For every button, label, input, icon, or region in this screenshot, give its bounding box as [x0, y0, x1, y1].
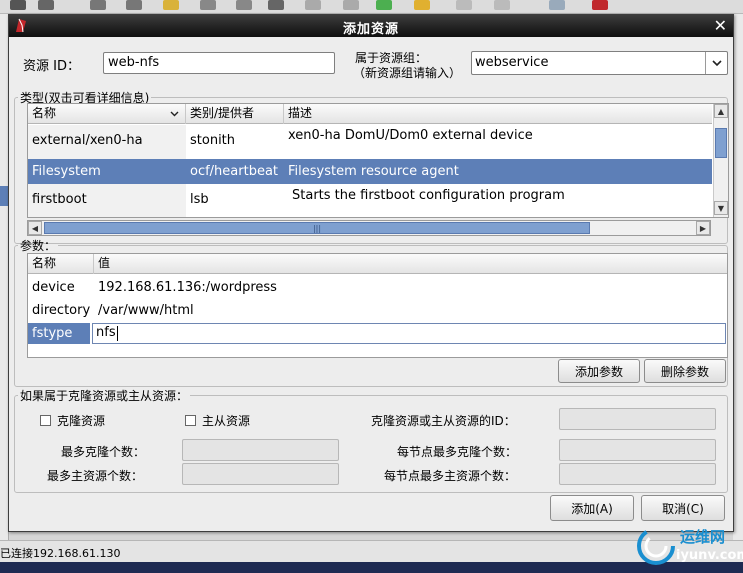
- column-header-param-name[interactable]: 名称: [28, 254, 94, 274]
- add-icon[interactable]: [90, 0, 106, 10]
- table-row-selected[interactable]: Filesystem ocf/heartbeat Filesystem reso…: [28, 159, 712, 184]
- down-icon[interactable]: [343, 0, 359, 10]
- max-clones-label: 最多克隆个数：: [61, 445, 146, 459]
- delete-param-button[interactable]: 删除参数: [644, 359, 726, 383]
- params-table[interactable]: 名称 值 device 192.168.61.136:/wordpress di…: [27, 253, 728, 358]
- dialog-title: 添加资源: [342, 22, 399, 37]
- scroll-thumb[interactable]: [715, 128, 727, 158]
- scroll-right-icon[interactable]: ▶: [696, 221, 710, 235]
- group-combobox[interactable]: webservice: [471, 51, 728, 75]
- type-table[interactable]: 名称 类别/提供者 描述 external/xen0-ha stonith xe…: [27, 103, 729, 218]
- row-description: Starts the firstboot configuration progr…: [292, 188, 565, 203]
- scroll-down-icon[interactable]: ▼: [714, 201, 728, 215]
- watermark-swirl-icon: [637, 527, 675, 565]
- chevron-down-icon: [711, 59, 722, 66]
- type-table-header: 名称 类别/提供者 描述: [28, 104, 712, 124]
- add-button[interactable]: 添加(A): [550, 495, 634, 521]
- row-provider: lsb: [190, 192, 209, 207]
- param-value-text: nfs: [96, 325, 116, 340]
- refresh-icon[interactable]: [376, 0, 392, 10]
- clone-section-legend: 如果属于克隆资源或主从资源：: [20, 389, 189, 403]
- group-label-line2: （新资源组请输入）: [353, 66, 462, 80]
- max-clones-per-node-label: 每节点最多克隆个数：: [397, 445, 518, 459]
- master-checkbox-label: 主从资源: [202, 414, 251, 428]
- row-description: xen0-ha DomU/Dom0 external device: [288, 128, 533, 143]
- type-table-vscrollbar[interactable]: ▲ ▼: [713, 104, 728, 217]
- clone-id-input[interactable]: [559, 408, 716, 430]
- group-combobox-button[interactable]: [705, 52, 727, 74]
- watermark-text-cn: 运维网: [680, 528, 726, 546]
- max-clones-input[interactable]: [182, 439, 339, 461]
- param-name: device: [32, 280, 75, 295]
- document-icon[interactable]: [549, 0, 565, 10]
- param-name: fstype: [28, 323, 90, 344]
- column-header-name[interactable]: 名称: [28, 104, 186, 124]
- max-masters-input[interactable]: [182, 463, 339, 485]
- taskbar: [0, 562, 743, 573]
- watermark-logo: 运维网 iyunv.com: [636, 524, 743, 568]
- hscroll-grip: |||: [312, 224, 322, 233]
- table-row-editing[interactable]: fstype nfs: [28, 323, 727, 344]
- connection-status: 已连接192.168.61.130: [0, 547, 121, 560]
- resource-id-input[interactable]: web-nfs: [103, 52, 335, 74]
- param-value: 192.168.61.136:/wordpress: [98, 280, 277, 295]
- max-masters-per-node-input[interactable]: [559, 463, 716, 485]
- scroll-up-icon[interactable]: ▲: [714, 104, 728, 118]
- param-value-input[interactable]: nfs: [92, 323, 726, 344]
- clone-id-label: 克隆资源或主从资源的ID：: [371, 414, 516, 428]
- exit-icon[interactable]: [592, 0, 608, 10]
- up-icon[interactable]: [305, 0, 321, 10]
- gear-icon[interactable]: [268, 0, 284, 10]
- background-toolbar: [0, 0, 743, 14]
- param-value: /var/www/html: [98, 303, 194, 318]
- row-provider: ocf/heartbeat: [190, 164, 279, 179]
- type-table-hscrollbar[interactable]: ◀ ||| ▶: [27, 220, 711, 236]
- toolbar-icon[interactable]: [10, 0, 26, 10]
- row-name: firstboot: [28, 184, 186, 217]
- table-row[interactable]: firstboot lsb Starts the firstboot confi…: [28, 184, 712, 217]
- params-table-header: 名称 值: [28, 254, 727, 274]
- chevron-down-icon: [170, 111, 179, 117]
- params-section-legend: 参数：: [20, 239, 57, 253]
- move-icon[interactable]: [494, 0, 510, 10]
- param-name: directory: [32, 303, 91, 318]
- max-clones-per-node-input[interactable]: [559, 439, 716, 461]
- scroll-left-icon[interactable]: ◀: [28, 221, 42, 235]
- close-icon[interactable]: ✕: [714, 16, 727, 35]
- stop-icon[interactable]: [236, 0, 252, 10]
- column-header-description[interactable]: 描述: [284, 104, 712, 124]
- column-header-provider[interactable]: 类别/提供者: [186, 104, 284, 124]
- row-name: external/xen0-ha: [28, 125, 186, 159]
- add-resource-dialog: 添加资源 ✕ 资源 ID： web-nfs 属于资源组： （新资源组请输入） w…: [8, 14, 734, 532]
- table-row[interactable]: directory /var/www/html: [28, 299, 727, 322]
- row-name: Filesystem: [32, 164, 101, 179]
- table-row[interactable]: external/xen0-ha stonith xen0-ha DomU/Do…: [28, 125, 712, 159]
- background-right-panel: [733, 14, 743, 544]
- cancel-button[interactable]: 取消(C): [641, 495, 725, 521]
- add-param-button[interactable]: 添加参数: [558, 359, 640, 383]
- master-checkbox[interactable]: [185, 415, 196, 426]
- max-masters-per-node-label: 每节点最多主资源个数：: [384, 469, 517, 483]
- column-header-param-value[interactable]: 值: [94, 254, 727, 274]
- row-provider: stonith: [190, 133, 236, 148]
- clone-checkbox-label: 克隆资源: [57, 414, 106, 428]
- row-description: Filesystem resource agent: [288, 164, 459, 179]
- status-bar: 已连接192.168.61.130: [0, 540, 743, 562]
- table-row[interactable]: device 192.168.61.136:/wordpress: [28, 276, 727, 299]
- dialog-titlebar[interactable]: 添加资源 ✕: [9, 15, 733, 37]
- undo-icon[interactable]: [414, 0, 430, 10]
- remove-icon[interactable]: [126, 0, 142, 10]
- hscroll-thumb[interactable]: |||: [44, 222, 590, 234]
- move-icon[interactable]: [456, 0, 472, 10]
- clean-icon[interactable]: [163, 0, 179, 10]
- play-icon[interactable]: [200, 0, 216, 10]
- group-combobox-value: webservice: [475, 55, 549, 70]
- max-masters-label: 最多主资源个数：: [47, 469, 144, 483]
- text-cursor: [117, 326, 118, 341]
- resource-id-label: 资源 ID：: [23, 59, 80, 74]
- watermark-text-en: iyunv.com: [676, 548, 743, 563]
- clone-checkbox[interactable]: [40, 415, 51, 426]
- toolbar-icon[interactable]: [38, 0, 54, 10]
